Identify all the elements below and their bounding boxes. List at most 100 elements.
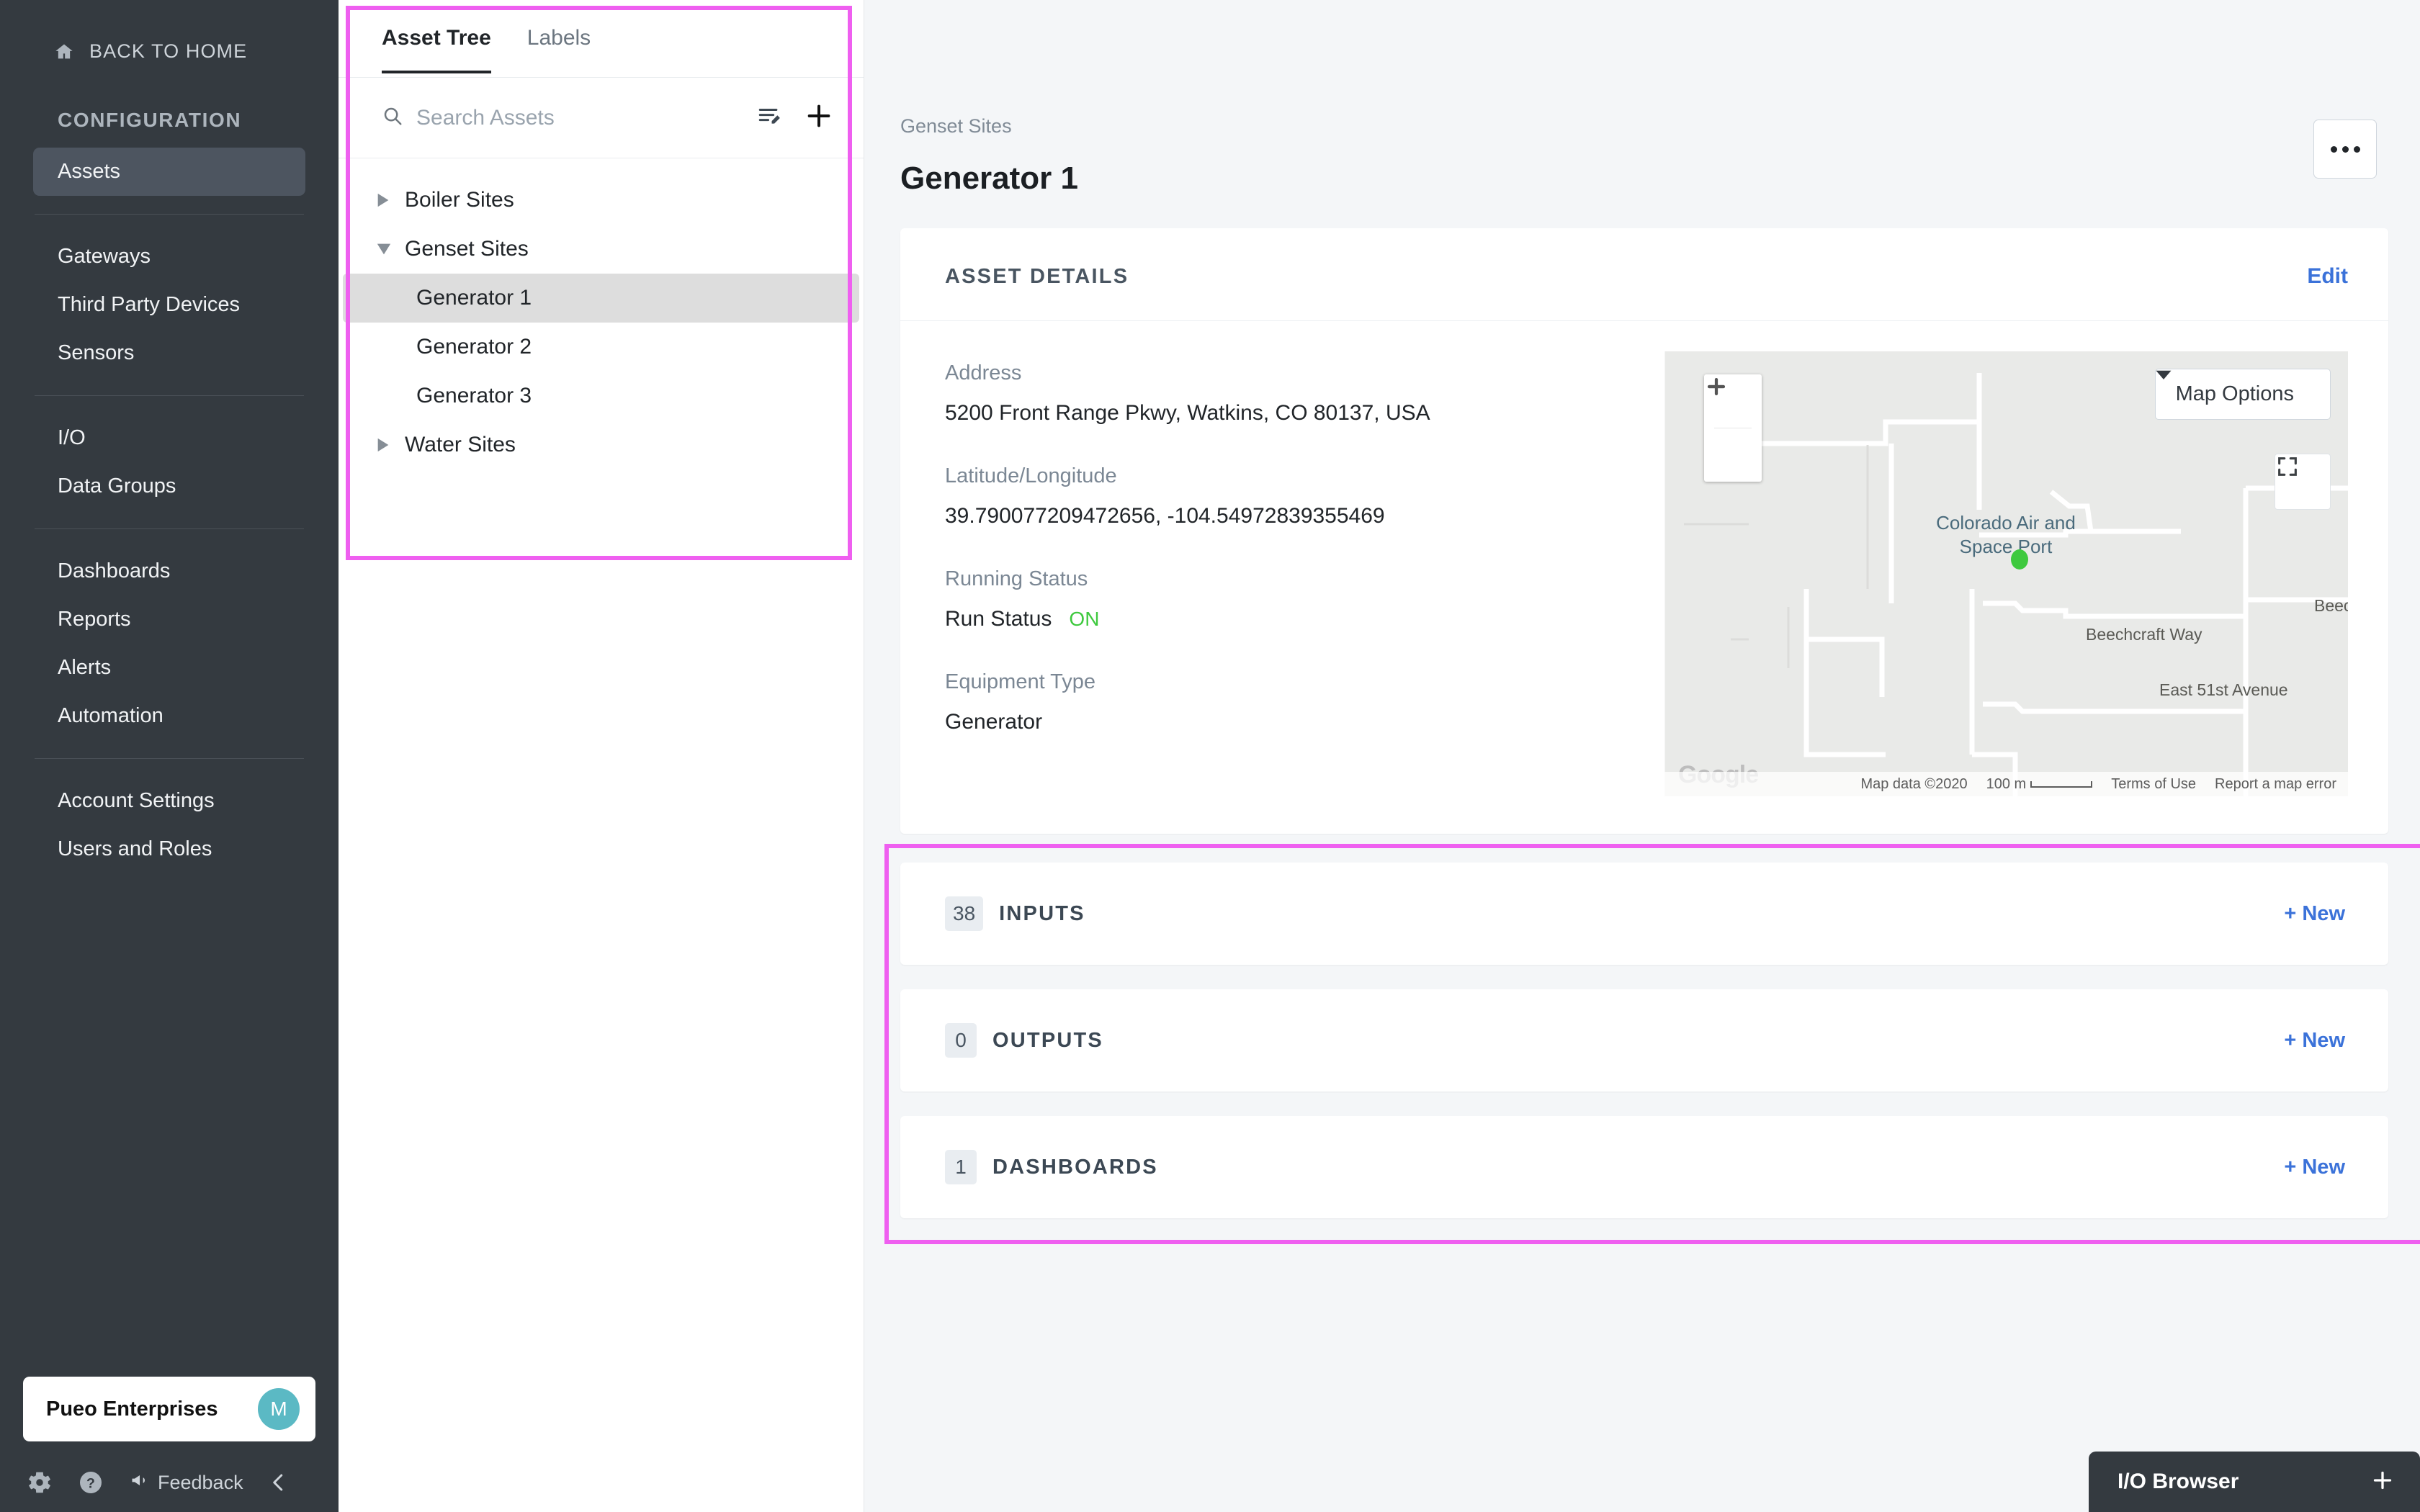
tree-node-generator-3[interactable]: Generator 3: [343, 372, 859, 420]
io-browser-title: I/O Browser: [2118, 1470, 2239, 1493]
sidebar-item-label: Alerts: [58, 656, 112, 679]
outputs-section-left: 0 OUTPUTS: [945, 1023, 1103, 1058]
dashboards-section-title: DASHBOARDS: [992, 1155, 1158, 1179]
run-status-badge: ON: [1069, 608, 1100, 630]
io-browser-panel[interactable]: I/O Browser: [2089, 1452, 2420, 1512]
inputs-count-badge: 38: [945, 896, 984, 931]
running-status-label: Running Status: [945, 567, 1088, 590]
sidebar-item-label: Sensors: [58, 341, 135, 364]
sidebar-item-users-and-roles[interactable]: Users and Roles: [33, 825, 305, 873]
search-input[interactable]: [416, 105, 743, 130]
sidebar-section-label: CONFIGURATION: [58, 109, 242, 131]
edit-list-icon[interactable]: [756, 104, 783, 132]
chevron-right-icon[interactable]: [376, 437, 398, 453]
tree-node-generator-1[interactable]: Generator 1: [343, 274, 859, 323]
help-icon[interactable]: ?: [78, 1470, 104, 1495]
more-options-button[interactable]: [2313, 120, 2377, 179]
org-switcher[interactable]: Pueo Enterprises M: [23, 1377, 315, 1441]
main-content: Genset Sites Generator 1 ASSET DETAILS E…: [864, 0, 2420, 1512]
asset-sections: 38 INPUTS + New 0 OUTPUTS + New 1 DASHBO…: [900, 863, 2388, 1218]
tree-node-label: Water Sites: [405, 433, 516, 456]
page-title: Generator 1: [900, 161, 1078, 196]
app-root: BACK TO HOME CONFIGURATION Assets Gatewa…: [0, 0, 2420, 1512]
add-output-button[interactable]: + New: [2284, 1029, 2345, 1053]
sidebar-item-label: I/O: [58, 426, 86, 449]
dashboards-section: 1 DASHBOARDS + New: [900, 1116, 2388, 1218]
avatar: M: [258, 1388, 300, 1430]
gear-icon[interactable]: [26, 1469, 53, 1496]
tree-node-label: Boiler Sites: [405, 188, 514, 212]
tree-node-label: Generator 3: [416, 384, 532, 408]
tree-node-label: Genset Sites: [405, 237, 529, 261]
map-zoom-controls: [1704, 374, 1762, 482]
tree-tab-bar: Asset Tree Labels: [339, 0, 864, 78]
chevron-down-icon[interactable]: [376, 242, 398, 256]
kebab-dot: [2353, 145, 2360, 153]
add-asset-icon[interactable]: [805, 102, 833, 134]
sidebar-item-automation[interactable]: Automation: [33, 692, 305, 740]
expand-io-browser-icon[interactable]: [2370, 1467, 2396, 1497]
sidebar-footer: ? Feedback: [0, 1469, 339, 1496]
kebab-dot: [2341, 145, 2349, 153]
asset-tree-list: Boiler Sites Genset Sites Generator 1 Ge…: [339, 158, 864, 469]
map-terms-link[interactable]: Terms of Use: [2111, 776, 2196, 793]
sidebar-item-io[interactable]: I/O: [33, 414, 305, 462]
latlng-label: Latitude/Longitude: [945, 464, 1117, 487]
chevron-right-icon[interactable]: [376, 192, 398, 208]
map-fullscreen-button[interactable]: [2275, 454, 2331, 510]
add-input-button[interactable]: + New: [2284, 902, 2345, 926]
map-report-link[interactable]: Report a map error: [2215, 776, 2336, 793]
svg-text:?: ?: [86, 1476, 95, 1492]
dashboards-count-badge: 1: [945, 1150, 977, 1184]
inputs-section-left: 38 INPUTS: [945, 896, 1085, 931]
zoom-out-button[interactable]: [1704, 384, 1762, 482]
kebab-dot: [2330, 145, 2337, 153]
tree-node-water-sites[interactable]: Water Sites: [343, 420, 859, 469]
asset-tree-panel: Asset Tree Labels Search Assets Boiler S…: [339, 0, 864, 1512]
search-icon: [382, 105, 403, 130]
sidebar-item-label: Users and Roles: [58, 837, 212, 860]
sidebar-item-alerts[interactable]: Alerts: [33, 644, 305, 692]
sidebar-item-assets[interactable]: Assets: [33, 148, 305, 196]
collapse-sidebar-icon[interactable]: [268, 1470, 290, 1495]
add-dashboard-button[interactable]: + New: [2284, 1156, 2345, 1179]
tree-node-generator-2[interactable]: Generator 2: [343, 323, 859, 372]
sidebar-item-account-settings[interactable]: Account Settings: [33, 777, 305, 825]
latlng-value: 39.790077209472656, -104.54972839355469: [945, 504, 1385, 528]
tab-asset-tree[interactable]: Asset Tree: [382, 26, 491, 73]
main-header: Genset Sites Generator 1: [864, 0, 2420, 197]
sidebar-item-label: Third Party Devices: [58, 293, 241, 316]
org-name: Pueo Enterprises: [46, 1397, 218, 1421]
asset-details-header: ASSET DETAILS Edit: [900, 228, 2388, 321]
map-attribution-bar: Map data ©2020 100 m Terms of Use Report…: [1662, 772, 2348, 796]
feedback-label: Feedback: [158, 1471, 243, 1493]
outputs-count-badge: 0: [945, 1023, 977, 1058]
tab-labels[interactable]: Labels: [527, 26, 591, 71]
sidebar-item-third-party-devices[interactable]: Third Party Devices: [33, 281, 305, 329]
equipment-type-value: Generator: [945, 710, 1043, 734]
tree-node-boiler-sites[interactable]: Boiler Sites: [343, 176, 859, 225]
tree-node-label: Generator 2: [416, 335, 532, 359]
map-scale: 100 m: [1986, 776, 2093, 793]
breadcrumb[interactable]: Genset Sites: [900, 115, 2420, 138]
address-label: Address: [945, 361, 1022, 384]
feedback-button[interactable]: Feedback: [128, 1470, 243, 1495]
back-to-home-label: BACK TO HOME: [89, 40, 248, 62]
sidebar-item-data-groups[interactable]: Data Groups: [33, 462, 305, 510]
sidebar-item-sensors[interactable]: Sensors: [33, 329, 305, 377]
edit-button[interactable]: Edit: [2307, 264, 2348, 289]
back-to-home-link[interactable]: BACK TO HOME: [0, 0, 339, 63]
sidebar-item-label: Dashboards: [58, 559, 171, 582]
location-map[interactable]: Map Options Colorado Air and Space Port: [1662, 351, 2348, 796]
map-options-dropdown[interactable]: Map Options: [2154, 369, 2331, 420]
asset-details-fields: Address 5200 Front Range Pkwy, Watkins, …: [945, 351, 1634, 796]
map-poi-label: Colorado Air and Space Port: [1936, 512, 2076, 558]
sidebar-item-label: Reports: [58, 608, 131, 631]
map-data-attribution: Map data ©2020: [1860, 775, 1968, 792]
sidebar-item-dashboards[interactable]: Dashboards: [33, 547, 305, 595]
sidebar-item-label: Automation: [58, 704, 163, 727]
sidebar-item-reports[interactable]: Reports: [33, 595, 305, 644]
outputs-section: 0 OUTPUTS + New: [900, 989, 2388, 1092]
tree-node-genset-sites[interactable]: Genset Sites: [343, 225, 859, 274]
sidebar-item-gateways[interactable]: Gateways: [33, 233, 305, 281]
